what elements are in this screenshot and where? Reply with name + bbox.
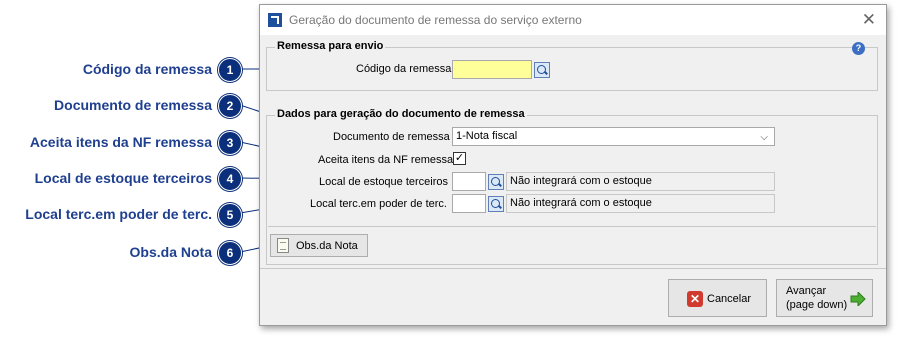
callout-number: 2 bbox=[218, 94, 242, 118]
obs-nota-button[interactable]: Obs.da Nota bbox=[270, 234, 368, 257]
aceita-itens-label: Aceita itens da NF remessa bbox=[318, 154, 454, 166]
callout-label: Obs.da Nota bbox=[129, 244, 212, 260]
group-title-dados-geracao: Dados para geração do documento de remes… bbox=[275, 108, 527, 120]
divider bbox=[268, 226, 876, 227]
arrow-right-icon bbox=[850, 292, 866, 306]
document-icon bbox=[277, 238, 289, 253]
local-estoque-label: Local de estoque terceiros bbox=[319, 176, 449, 188]
group-title-remessa-envio: Remessa para envio bbox=[275, 40, 386, 52]
help-icon[interactable]: ? bbox=[852, 42, 865, 55]
cancel-icon: ✕ bbox=[687, 291, 703, 307]
callout-label: Local terc.em poder de terc. bbox=[25, 206, 212, 222]
search-icon[interactable] bbox=[488, 174, 504, 190]
local-estoque-input[interactable] bbox=[452, 172, 486, 191]
next-label: Avançar bbox=[786, 285, 827, 297]
aceita-itens-checkbox[interactable]: ✓ bbox=[453, 152, 466, 165]
callout-number: 6 bbox=[218, 241, 242, 265]
callout-number: 3 bbox=[218, 131, 242, 155]
next-button[interactable]: Avançar (page down) bbox=[776, 279, 873, 317]
obs-nota-label: Obs.da Nota bbox=[296, 240, 358, 252]
cancel-button[interactable]: ✕ Cancelar bbox=[668, 279, 767, 317]
remessa-dialog: Geração do documento de remessa do servi… bbox=[259, 4, 887, 326]
callout-number: 4 bbox=[218, 167, 242, 191]
title-bar: Geração do documento de remessa do servi… bbox=[260, 5, 886, 35]
next-sublabel: (page down) bbox=[786, 299, 848, 311]
callout-label: Código da remessa bbox=[82, 61, 212, 77]
app-icon bbox=[268, 13, 282, 27]
documento-remessa-select[interactable]: 1-Nota fiscal ⌵ bbox=[452, 127, 775, 146]
local-estoque-description: Não integrará com o estoque bbox=[506, 172, 775, 191]
callout-number: 1 bbox=[218, 58, 242, 82]
local-terc-label: Local terc.em poder de terc. bbox=[310, 198, 447, 210]
close-icon[interactable]: ✕ bbox=[862, 10, 876, 30]
dialog-title: Geração do documento de remessa do servi… bbox=[289, 13, 582, 27]
cancel-label: Cancelar bbox=[707, 293, 752, 305]
local-terc-input[interactable] bbox=[452, 194, 486, 213]
documento-remessa-label: Documento de remessa bbox=[333, 131, 450, 143]
callout-label: Aceita itens da NF remessa bbox=[29, 134, 212, 150]
local-terc-description: Não integrará com o estoque bbox=[506, 194, 775, 213]
search-icon[interactable] bbox=[488, 196, 504, 212]
chevron-down-icon: ⌵ bbox=[760, 132, 768, 143]
callout-label: Documento de remessa bbox=[54, 97, 212, 113]
search-icon[interactable] bbox=[534, 62, 550, 78]
documento-remessa-value: 1-Nota fiscal bbox=[456, 130, 518, 142]
codigo-remessa-input[interactable] bbox=[452, 60, 532, 79]
footer-divider bbox=[260, 268, 886, 269]
codigo-remessa-label: Código da remessa bbox=[356, 63, 452, 75]
callout-number: 5 bbox=[218, 203, 242, 227]
callout-label: Local de estoque terceiros bbox=[34, 170, 212, 186]
